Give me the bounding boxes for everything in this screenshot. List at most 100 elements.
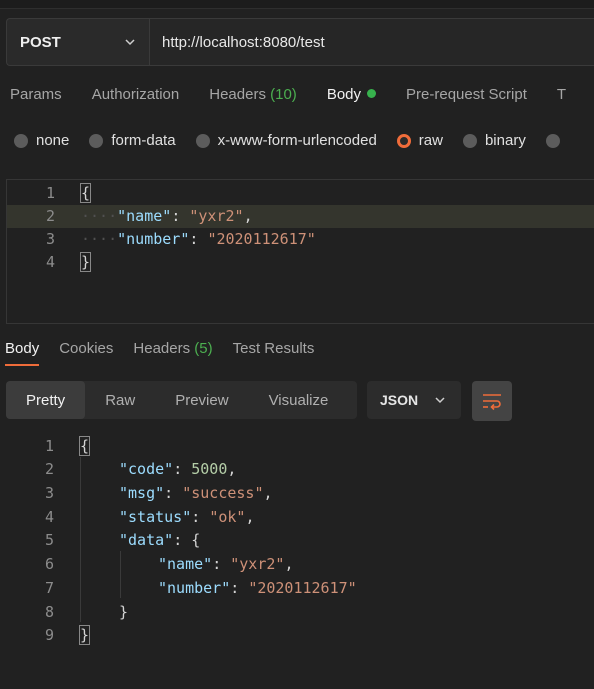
radio-circle [462,133,477,148]
view-raw-button[interactable]: Raw [85,381,155,419]
line-number: 9 [44,626,54,644]
line-number: 1 [45,184,55,202]
open-brace: { [79,183,92,203]
json-key: "code" [119,460,174,478]
radio-circle-selected [396,133,411,148]
line-number: 3 [44,484,54,502]
body-type-options: none form-data x-www-form-urlencoded raw… [14,132,588,149]
line-number: 2 [44,460,54,478]
json-key: "name" [158,555,213,573]
tab-tests[interactable]: T [557,86,566,110]
view-mode-group: Pretty Raw Preview Visualize [6,381,357,419]
radio-circle [89,133,104,148]
tab-test-results[interactable]: Test Results [233,340,315,366]
tab-response-headers-count: (5) [194,340,213,357]
tab-body-label: Body [326,86,362,103]
radio-form-data-label: form-data [111,132,176,149]
line-number: 5 [44,531,54,549]
json-value: "2020112617" [207,230,316,248]
request-tabs: Params Authorization Headers (10) Body P… [10,86,594,110]
body-indicator-dot [367,89,377,98]
close-brace: } [78,625,91,645]
line-number: 4 [44,508,54,526]
tab-body[interactable]: Body [326,86,377,110]
code-line: 8 } [6,601,594,624]
json-value: 5000 [191,460,228,478]
request-body-editor[interactable]: 1 { 2 ····"name": "yxr2", 3 ····"number"… [6,179,594,324]
radio-urlencoded[interactable]: x-www-form-urlencoded [195,132,377,149]
wrap-lines-button[interactable] [472,381,512,421]
json-key: "number" [117,230,190,248]
url-input[interactable]: http://localhost:8080/test [149,18,594,66]
code-line: 3 ····"number": "2020112617" [7,228,594,251]
code-line: 1 { [6,435,594,458]
line-number: 7 [44,579,54,597]
tab-headers-label: Headers [209,86,266,103]
close-brace: } [79,252,92,272]
radio-raw[interactable]: raw [396,132,443,149]
line-number: 4 [45,253,55,271]
request-bar: POST http://localhost:8080/test [6,18,594,66]
response-tabs: Body Cookies Headers (5) Test Results [5,340,334,366]
tab-cookies[interactable]: Cookies [59,340,113,366]
response-body-viewer[interactable]: 1 { 2 "code": 5000, 3 "msg": "success", … [6,434,594,654]
json-value: "yxr2" [189,207,244,225]
view-pretty-button[interactable]: Pretty [6,381,86,419]
format-label: JSON [380,392,419,408]
tab-headers-count: (10) [270,86,297,103]
radio-none[interactable]: none [14,132,69,149]
code-line: 5 "data": { [6,529,594,552]
json-value: "yxr2" [230,555,285,573]
tab-headers[interactable]: Headers (10) [209,86,297,110]
view-visualize-button[interactable]: Visualize [249,381,349,419]
code-line-highlighted: 2 ····"name": "yxr2", [7,205,594,228]
radio-binary[interactable]: binary [462,132,526,149]
json-value: "ok" [209,508,246,526]
top-strip [0,0,594,9]
data-close-brace: } [119,603,129,621]
json-key: "name" [117,207,172,225]
method-label: POST [20,33,61,51]
radio-circle [14,133,28,148]
line-number: 3 [45,230,55,248]
format-select[interactable]: JSON [367,381,461,419]
code-line: 4 "status": "ok", [6,506,594,529]
code-line: 3 "msg": "success", [6,482,594,505]
chevron-down-icon [125,39,135,46]
radio-urlencoded-label: x-www-form-urlencoded [217,132,377,149]
code-line: 2 "code": 5000, [6,458,594,481]
radio-raw-label: raw [418,132,443,149]
code-line: 6 "name": "yxr2", [6,553,594,576]
url-value: http://localhost:8080/test [162,33,325,51]
chevron-down-icon [435,397,445,404]
radio-circle [195,133,210,148]
json-key: "msg" [119,484,165,502]
method-select[interactable]: POST [6,18,149,66]
tab-prerequest-script[interactable]: Pre-request Script [406,86,527,110]
view-preview-button[interactable]: Preview [155,381,248,419]
tab-authorization[interactable]: Authorization [92,86,180,110]
json-value: "success" [182,484,264,502]
radio-form-data[interactable]: form-data [89,132,176,149]
code-line: 7 "number": "2020112617" [6,577,594,600]
wrap-lines-icon [483,394,501,411]
code-line: 1 { [7,182,594,205]
tab-params[interactable]: Params [10,86,62,110]
code-line: 4 } [7,251,594,274]
json-key: "status" [119,508,192,526]
json-key: "data" [119,531,174,549]
code-line: 9 } [6,624,594,647]
data-open-brace: { [191,531,201,549]
open-brace: { [78,436,91,456]
tab-response-headers[interactable]: Headers (5) [133,340,212,366]
radio-none-label: none [36,132,70,149]
tab-response-headers-label: Headers [133,340,191,357]
radio-circle [545,133,560,148]
line-number: 1 [44,437,54,455]
radio-binary-label: binary [484,132,526,149]
radio-graphql[interactable] [545,132,568,149]
json-key: "number" [158,579,231,597]
line-number: 6 [44,555,54,573]
line-number: 2 [45,207,55,225]
tab-response-body[interactable]: Body [5,340,40,366]
